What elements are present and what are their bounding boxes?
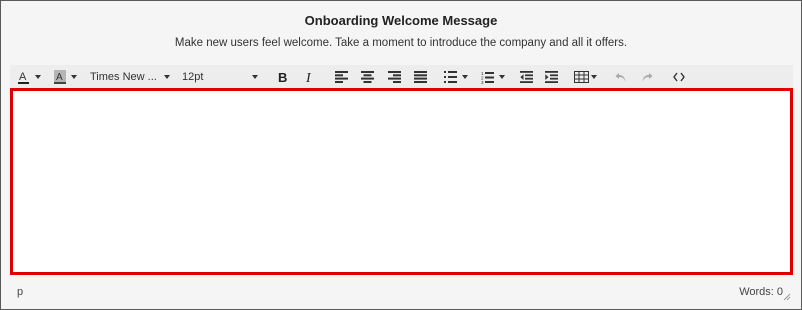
chevron-down-icon bbox=[35, 75, 41, 79]
source-code-button[interactable] bbox=[668, 67, 690, 87]
italic-button[interactable]: I bbox=[299, 67, 321, 87]
align-center-icon bbox=[360, 71, 374, 83]
font-size-select[interactable]: 12pt bbox=[182, 67, 258, 87]
redo-button[interactable] bbox=[636, 67, 658, 87]
resize-handle-icon[interactable] bbox=[783, 293, 791, 301]
chevron-down-icon bbox=[71, 75, 77, 79]
editor-toolbar: A A Times New ... 12pt B I 1 2 3 bbox=[10, 65, 793, 89]
background-color-icon: A bbox=[53, 69, 67, 85]
align-left-icon bbox=[334, 71, 348, 83]
table-button[interactable] bbox=[570, 67, 600, 87]
justify-icon bbox=[413, 71, 427, 83]
outdent-button[interactable] bbox=[515, 67, 537, 87]
align-right-icon bbox=[387, 71, 401, 83]
undo-icon bbox=[615, 72, 627, 83]
numbered-list-icon: 123 bbox=[481, 71, 494, 84]
chevron-down-icon bbox=[164, 75, 170, 79]
font-family-value: Times New ... bbox=[90, 71, 157, 83]
indent-icon bbox=[544, 71, 558, 83]
outdent-icon bbox=[519, 71, 533, 83]
chevron-down-icon bbox=[462, 75, 468, 79]
align-right-button[interactable] bbox=[383, 67, 405, 87]
redo-icon bbox=[641, 72, 653, 83]
italic-icon: I bbox=[304, 70, 316, 84]
svg-text:A: A bbox=[56, 72, 63, 83]
editor-panel: Onboarding Welcome Message Make new user… bbox=[0, 0, 802, 310]
svg-text:I: I bbox=[305, 71, 312, 84]
svg-text:3: 3 bbox=[481, 80, 484, 84]
justify-button[interactable] bbox=[409, 67, 431, 87]
indent-button[interactable] bbox=[540, 67, 562, 87]
page-title: Onboarding Welcome Message bbox=[304, 13, 498, 28]
chevron-down-icon bbox=[499, 75, 505, 79]
font-family-select[interactable]: Times New ... bbox=[90, 67, 170, 87]
element-path[interactable]: p bbox=[17, 286, 23, 298]
editor-content-area[interactable] bbox=[10, 88, 793, 275]
bullet-list-button[interactable] bbox=[440, 67, 472, 87]
text-color-button[interactable]: A bbox=[14, 67, 44, 87]
svg-text:B: B bbox=[278, 70, 287, 84]
background-color-button[interactable]: A bbox=[50, 67, 80, 87]
text-color-icon: A bbox=[17, 69, 31, 85]
table-icon bbox=[573, 71, 589, 83]
undo-button[interactable] bbox=[610, 67, 632, 87]
chevron-down-icon bbox=[590, 75, 597, 79]
align-center-button[interactable] bbox=[356, 67, 378, 87]
font-size-value: 12pt bbox=[182, 71, 204, 83]
editor-statusbar: p Words: 0 bbox=[10, 279, 793, 303]
word-count: Words: 0 bbox=[739, 286, 783, 298]
bold-button[interactable]: B bbox=[272, 67, 294, 87]
chevron-down-icon bbox=[252, 75, 258, 79]
bullet-list-icon bbox=[444, 71, 457, 83]
svg-text:A: A bbox=[19, 71, 27, 83]
align-left-button[interactable] bbox=[330, 67, 352, 87]
numbered-list-button[interactable]: 123 bbox=[477, 67, 509, 87]
bold-icon: B bbox=[277, 70, 289, 84]
source-code-icon bbox=[673, 72, 685, 82]
page-subtitle: Make new users feel welcome. Take a mome… bbox=[174, 37, 628, 49]
